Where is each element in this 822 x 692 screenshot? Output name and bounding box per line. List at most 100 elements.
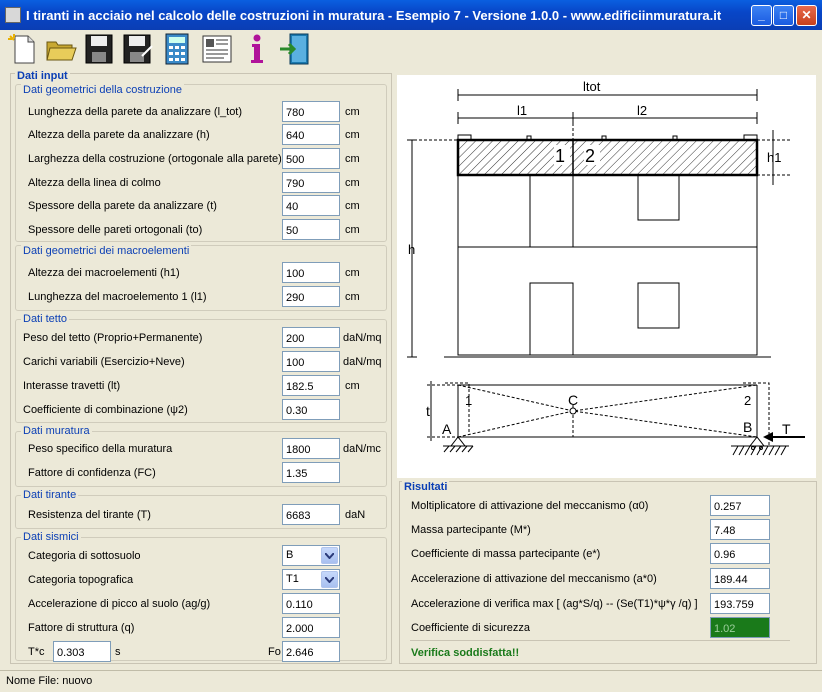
macro-1-text: 1: [555, 146, 565, 166]
c-text: C: [568, 392, 578, 408]
to-unit: cm: [345, 224, 360, 236]
a0-label: Accelerazione di attivazione del meccani…: [411, 573, 657, 585]
interasse-input[interactable]: [282, 375, 340, 396]
massa-value: [710, 519, 770, 540]
ltot-text: ltot: [583, 79, 601, 94]
ag-input[interactable]: [282, 593, 340, 614]
h1-label: Altezza dei macroelementi (h1): [28, 267, 180, 279]
ltot-unit: cm: [345, 106, 360, 118]
open-folder-icon[interactable]: [44, 32, 78, 66]
title-bar: I tiranti in acciaio nel calcolo delle c…: [0, 0, 822, 30]
save-as-icon[interactable]: [120, 32, 154, 66]
macroelement-band: [456, 138, 759, 177]
results-panel: Risultati Moltiplicatore di attivazione …: [399, 481, 817, 664]
sottosuolo-select[interactable]: B: [282, 545, 340, 566]
peso-specifico-unit: daN/mc: [343, 443, 381, 455]
save-icon[interactable]: [82, 32, 116, 66]
fc-input[interactable]: [282, 462, 340, 483]
toolbar: [0, 30, 822, 70]
to-label: Spessore delle pareti ortogonali (to): [28, 224, 203, 236]
minimize-button[interactable]: _: [751, 5, 772, 26]
t-text: t: [426, 403, 430, 419]
info-icon[interactable]: [240, 32, 274, 66]
psi2-label: Coefficiente di combinazione (ψ2): [23, 404, 188, 416]
h-input[interactable]: [282, 124, 340, 145]
a0-value: [710, 568, 770, 589]
alpha0-value: [710, 495, 770, 516]
topografica-value: T1: [286, 573, 299, 585]
window-title: I tiranti in acciaio nel calcolo delle c…: [26, 8, 722, 23]
a-text: A: [442, 421, 452, 437]
colmo-unit: cm: [345, 177, 360, 189]
topografica-select[interactable]: T1: [282, 569, 340, 590]
tc-unit: s: [115, 646, 121, 658]
h-unit: cm: [345, 129, 360, 141]
fo-label: Fo: [268, 646, 281, 658]
q-input[interactable]: [282, 617, 340, 638]
to-input[interactable]: [282, 219, 340, 240]
exit-icon[interactable]: [278, 32, 312, 66]
l1-text: l1: [517, 103, 527, 118]
fo-input[interactable]: [282, 641, 340, 662]
h1-input[interactable]: [282, 262, 340, 283]
t-unit: cm: [345, 200, 360, 212]
sicurezza-value: [710, 617, 770, 638]
t-label: Spessore della parete da analizzare (t): [28, 200, 217, 212]
verifica-max-value: [710, 593, 770, 614]
mechanism-diagram: ltot l1 l2 1 2 h h1 t 1 2 A B C T: [397, 75, 816, 478]
resistenza-tirante-label: Resistenza del tirante (T): [28, 509, 151, 521]
t-input[interactable]: [282, 195, 340, 216]
coeff-massa-value: [710, 543, 770, 564]
maximize-button[interactable]: □: [773, 5, 794, 26]
macro-group-title: Dati geometrici dei macroelementi: [21, 245, 192, 257]
chevron-down-icon[interactable]: [321, 547, 338, 564]
l1-input[interactable]: [282, 286, 340, 307]
larghezza-label: Larghezza della costruzione (ortogonale …: [28, 153, 282, 165]
tc-input[interactable]: [53, 641, 111, 662]
tc-label: T*c: [28, 646, 45, 658]
plan-1-text: 1: [465, 393, 472, 408]
peso-tetto-input[interactable]: [282, 327, 340, 348]
h1-text: h1: [767, 150, 781, 165]
peso-specifico-label: Peso specifico della muratura: [28, 443, 173, 455]
status-filename: Nome File: nuovo: [6, 675, 93, 687]
h-text: h: [408, 242, 415, 257]
verdict-text: Verifica soddisfatta!!: [411, 647, 520, 659]
input-panel: Dati input Dati geometrici della costruz…: [10, 70, 392, 664]
l1-label: Lunghezza del macroelemento 1 (l1): [28, 291, 207, 303]
chevron-down-icon[interactable]: [321, 571, 338, 588]
resistenza-tirante-unit: daN: [345, 509, 366, 521]
l1-unit: cm: [345, 291, 360, 303]
muratura-group-title: Dati muratura: [21, 425, 92, 437]
close-button[interactable]: ✕: [796, 5, 817, 26]
input-panel-title: Dati input: [15, 70, 70, 82]
calculator-icon[interactable]: [160, 32, 194, 66]
peso-specifico-input[interactable]: [282, 438, 340, 459]
topografica-label: Categoria topografica: [28, 574, 134, 586]
carichi-unit: daN/mq: [343, 356, 382, 368]
sottosuolo-value: B: [286, 549, 294, 561]
massa-label: Massa partecipante (M*): [411, 524, 531, 536]
colmo-input[interactable]: [282, 172, 340, 193]
carichi-input[interactable]: [282, 351, 340, 372]
ag-label: Accelerazione di picco al suolo (ag/g): [28, 598, 211, 610]
sismici-group-title: Dati sismici: [21, 531, 81, 543]
l2-text: l2: [637, 103, 647, 118]
status-bar: Nome File: nuovo: [0, 670, 822, 692]
alpha0-label: Moltiplicatore di attivazione del meccan…: [411, 500, 649, 512]
geo-group-title: Dati geometrici della costruzione: [21, 84, 184, 96]
ltot-label: Lunghezza della parete da analizzare (l_…: [28, 106, 243, 118]
tirante-group-title: Dati tirante: [21, 489, 79, 501]
colmo-label: Altezza della linea di colmo: [28, 177, 161, 189]
resistenza-tirante-input[interactable]: [282, 504, 340, 525]
psi2-input[interactable]: [282, 399, 340, 420]
larghezza-input[interactable]: [282, 148, 340, 169]
plan-2-text: 2: [744, 393, 751, 408]
new-file-icon[interactable]: [6, 32, 40, 66]
app-icon: [5, 7, 21, 23]
verifica-max-label: Accelerazione di verifica max [ (ag*S/q)…: [411, 598, 698, 610]
q-label: Fattore di struttura (q): [28, 622, 135, 634]
results-title: Risultati: [402, 481, 450, 493]
ltot-input[interactable]: [282, 101, 340, 122]
report-icon[interactable]: [200, 32, 234, 66]
